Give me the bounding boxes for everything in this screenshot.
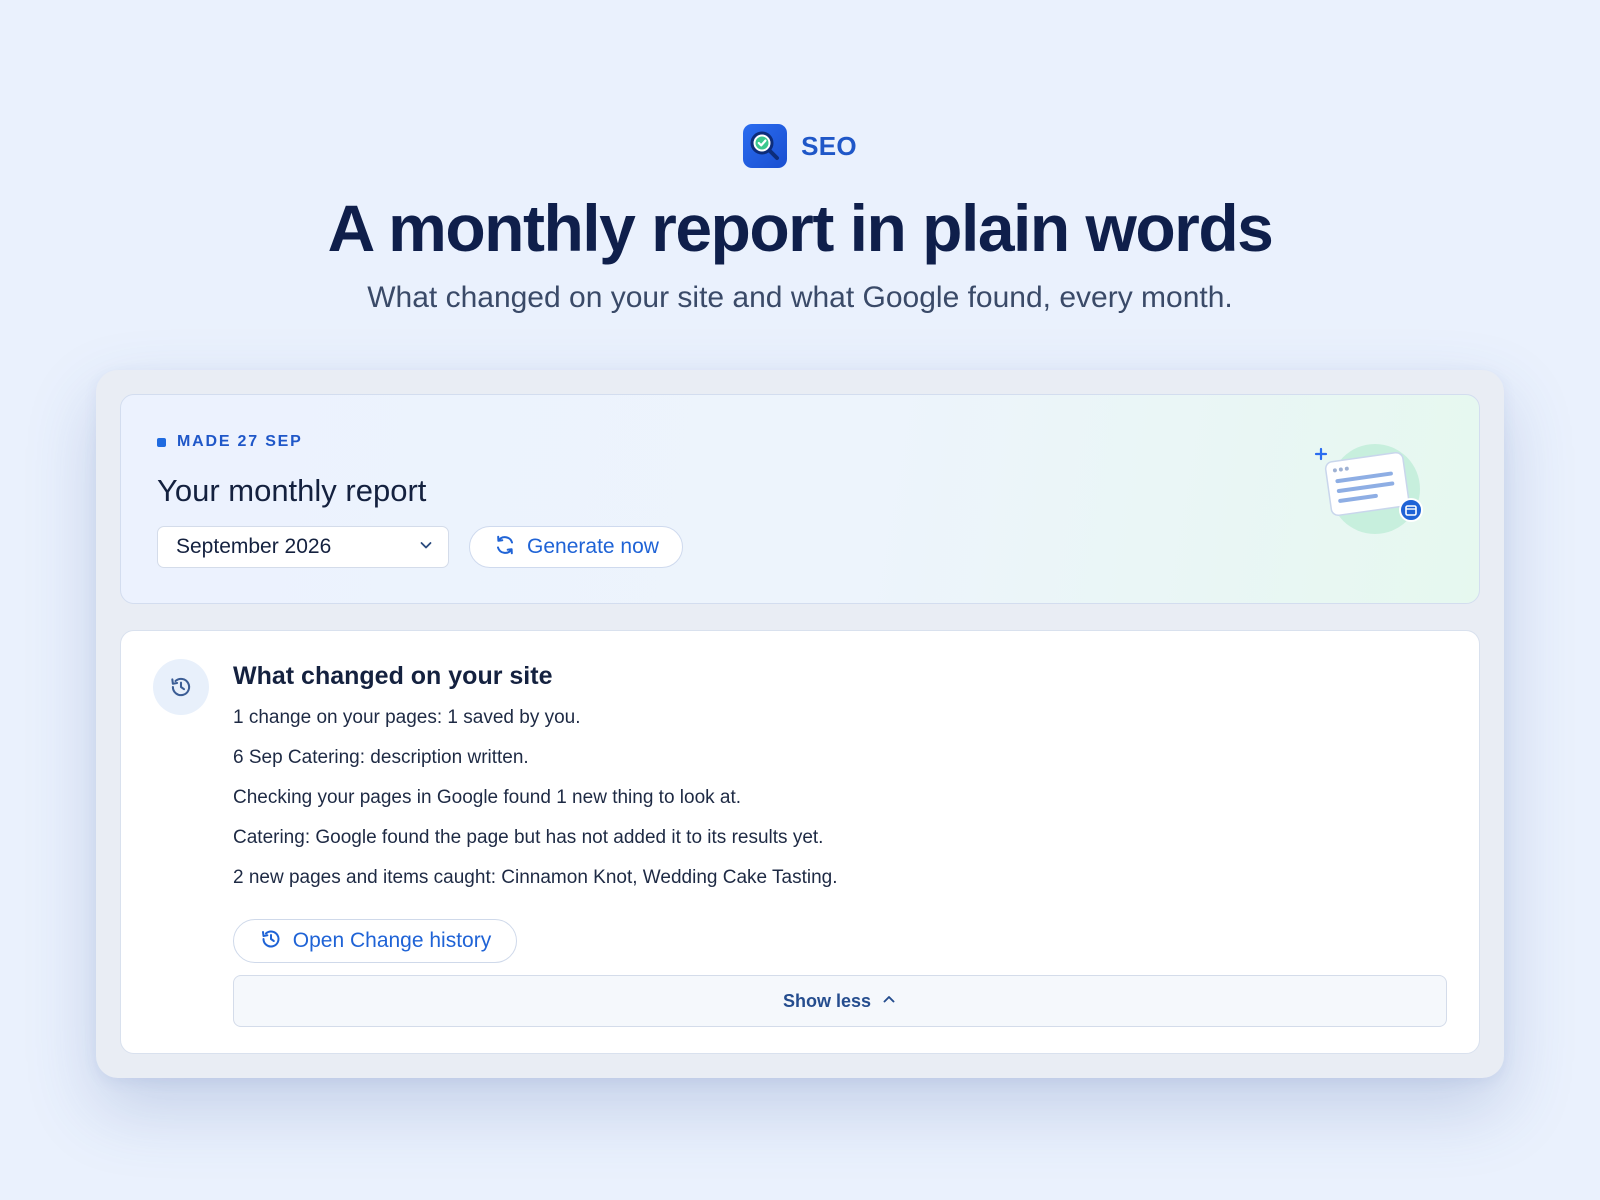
status-dot [157, 437, 166, 447]
history-icon [153, 659, 209, 715]
changes-list: 1 change on your pages: 1 saved by you. … [233, 705, 838, 905]
generate-now-button[interactable]: Generate now [469, 526, 683, 568]
report-panel: MADE 27 SEP Your monthly report Septembe… [96, 370, 1504, 1078]
report-calendar-illustration [1311, 437, 1431, 537]
list-item: Catering: Google found the page but has … [233, 827, 824, 848]
show-less-button[interactable]: Show less [233, 975, 1447, 1027]
made-date-label: MADE 27 SEP [177, 433, 303, 450]
list-item: 2 new pages and items caught: Cinnamon K… [233, 867, 838, 888]
hero-title: A monthly report in plain words [327, 191, 1274, 265]
list-item: Checking your pages in Google found 1 ne… [233, 787, 742, 808]
brand-header: SEO [0, 124, 1600, 168]
monthly-report-card: MADE 27 SEP Your monthly report Septembe… [120, 394, 1480, 604]
changes-title: What changed on your site [233, 662, 553, 690]
chevron-down-icon [418, 537, 434, 558]
report-title: Your monthly report [157, 473, 427, 508]
month-select[interactable]: September 2026 [157, 526, 449, 568]
made-date-tag: MADE 27 SEP [157, 433, 303, 451]
site-changes-card: What changed on your site 1 change on yo… [120, 630, 1480, 1054]
list-item: 1 change on your pages: 1 saved by you. [233, 707, 581, 728]
history-icon [259, 927, 283, 956]
show-less-label: Show less [782, 990, 872, 1011]
seo-logo-icon [743, 124, 788, 168]
brand-name: SEO [801, 130, 857, 161]
generate-now-label: Generate now [527, 535, 659, 558]
open-change-history-button[interactable]: Open Change history [233, 919, 517, 963]
month-select-value: September 2026 [176, 535, 332, 558]
hero-subtitle: What changed on your site and what Googl… [367, 281, 1233, 314]
refresh-icon [493, 533, 517, 562]
list-item: 6 Sep Catering: description written. [233, 747, 529, 768]
open-change-history-label: Open Change history [292, 929, 492, 952]
chevron-up-icon [881, 991, 897, 1012]
